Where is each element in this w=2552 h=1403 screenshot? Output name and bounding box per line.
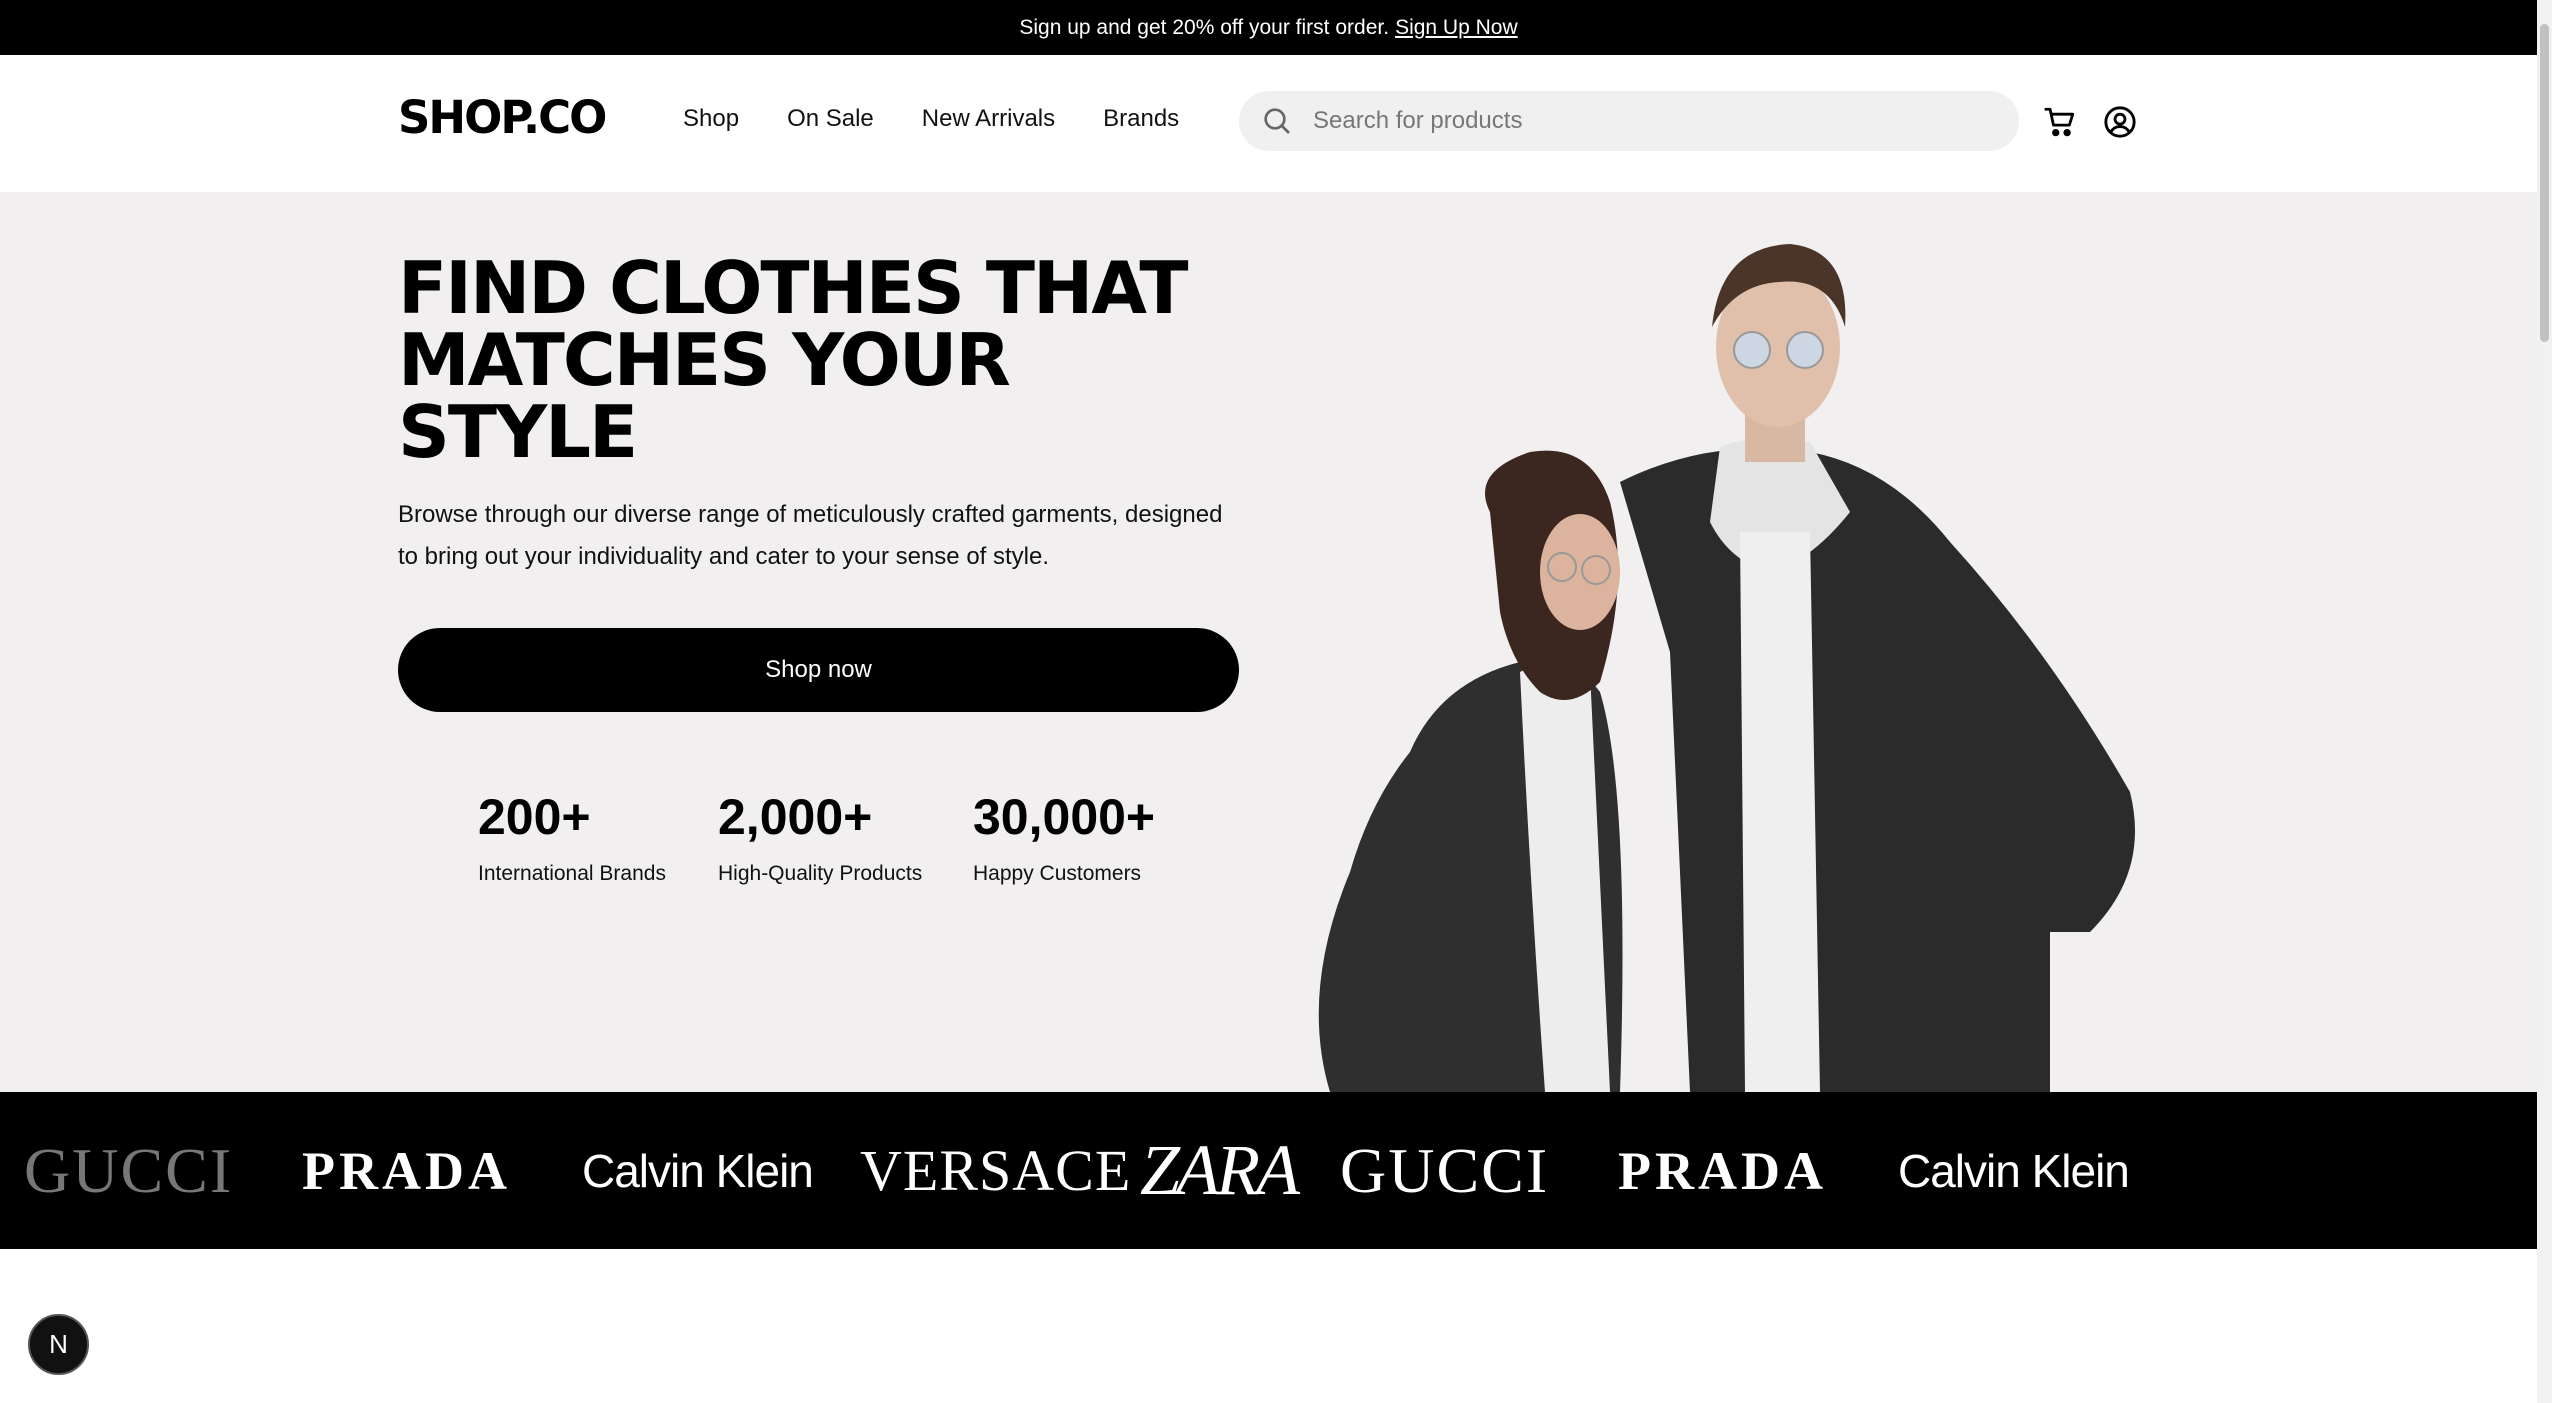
scrollbar-thumb[interactable] <box>2540 24 2549 342</box>
brand-logo-versace: VERSACE <box>860 1138 1132 1203</box>
brand-logo-prada: PRADA <box>302 1140 511 1201</box>
stat-value: 30,000+ <box>973 789 1156 845</box>
brand-logo-strip: GUCCI PRADA Calvin Klein VERSACE ZARA GU… <box>0 1092 2537 1249</box>
site-logo[interactable]: SHOP.CO <box>398 95 607 140</box>
cart-icon[interactable] <box>2043 105 2077 139</box>
hero-headline: FIND CLOTHES THAT MATCHES YOUR STYLE <box>398 252 1258 468</box>
page-scrollbar[interactable] <box>2537 0 2552 1403</box>
stat-label: High-Quality Products <box>718 862 923 885</box>
main-header: SHOP.CO Shop On Sale New Arrivals Brands <box>0 55 2537 192</box>
stat-label: Happy Customers <box>973 862 1142 885</box>
promo-text: Sign up and get 20% off your first order… <box>1019 15 1390 39</box>
nav-shop[interactable]: Shop <box>683 105 739 133</box>
brand-logo-gucci: GUCCI <box>1340 1134 1550 1206</box>
stat-label: International Brands <box>478 862 666 885</box>
nav-brands[interactable]: Brands <box>1103 105 1179 133</box>
brand-logo-prada: PRADA <box>1618 1140 1827 1201</box>
brand-logo-gucci: GUCCI <box>24 1134 234 1206</box>
shop-now-button[interactable]: Shop now <box>398 628 1239 712</box>
stat-value: 200+ <box>478 789 591 845</box>
stat-value: 2,000+ <box>718 789 873 845</box>
search-icon <box>1264 108 1290 134</box>
headline-line-3: STYLE <box>398 390 638 474</box>
brand-logo-calvin-klein: Calvin Klein <box>1898 1144 2130 1197</box>
account-icon[interactable] <box>2103 105 2137 139</box>
brand-logo-zara: ZARA <box>1140 1130 1300 1210</box>
nextjs-dev-badge[interactable]: N <box>28 1314 89 1375</box>
promo-banner: Sign up and get 20% off your first order… <box>0 0 2537 55</box>
hero-description: Browse through our diverse range of meti… <box>398 501 1223 570</box>
nav-on-sale[interactable]: On Sale <box>787 105 874 133</box>
hero-section: FIND CLOTHES THAT MATCHES YOUR STYLE Bro… <box>0 192 2537 1092</box>
nav-new-arrivals[interactable]: New Arrivals <box>922 105 1055 133</box>
hero-models-image <box>1318 244 2135 1092</box>
brand-logo-calvin-klein: Calvin Klein <box>582 1144 814 1197</box>
search-input[interactable] <box>1311 106 1965 136</box>
stat-brands: 200+ International Brands <box>478 792 666 886</box>
search-bar[interactable] <box>1239 91 2019 151</box>
main-nav: Shop On Sale New Arrivals Brands <box>683 105 1179 133</box>
stat-products: 2,000+ High-Quality Products <box>718 792 922 886</box>
stat-customers: 30,000+ Happy Customers <box>973 792 1155 886</box>
sign-up-link[interactable]: Sign Up Now <box>1395 16 1518 40</box>
